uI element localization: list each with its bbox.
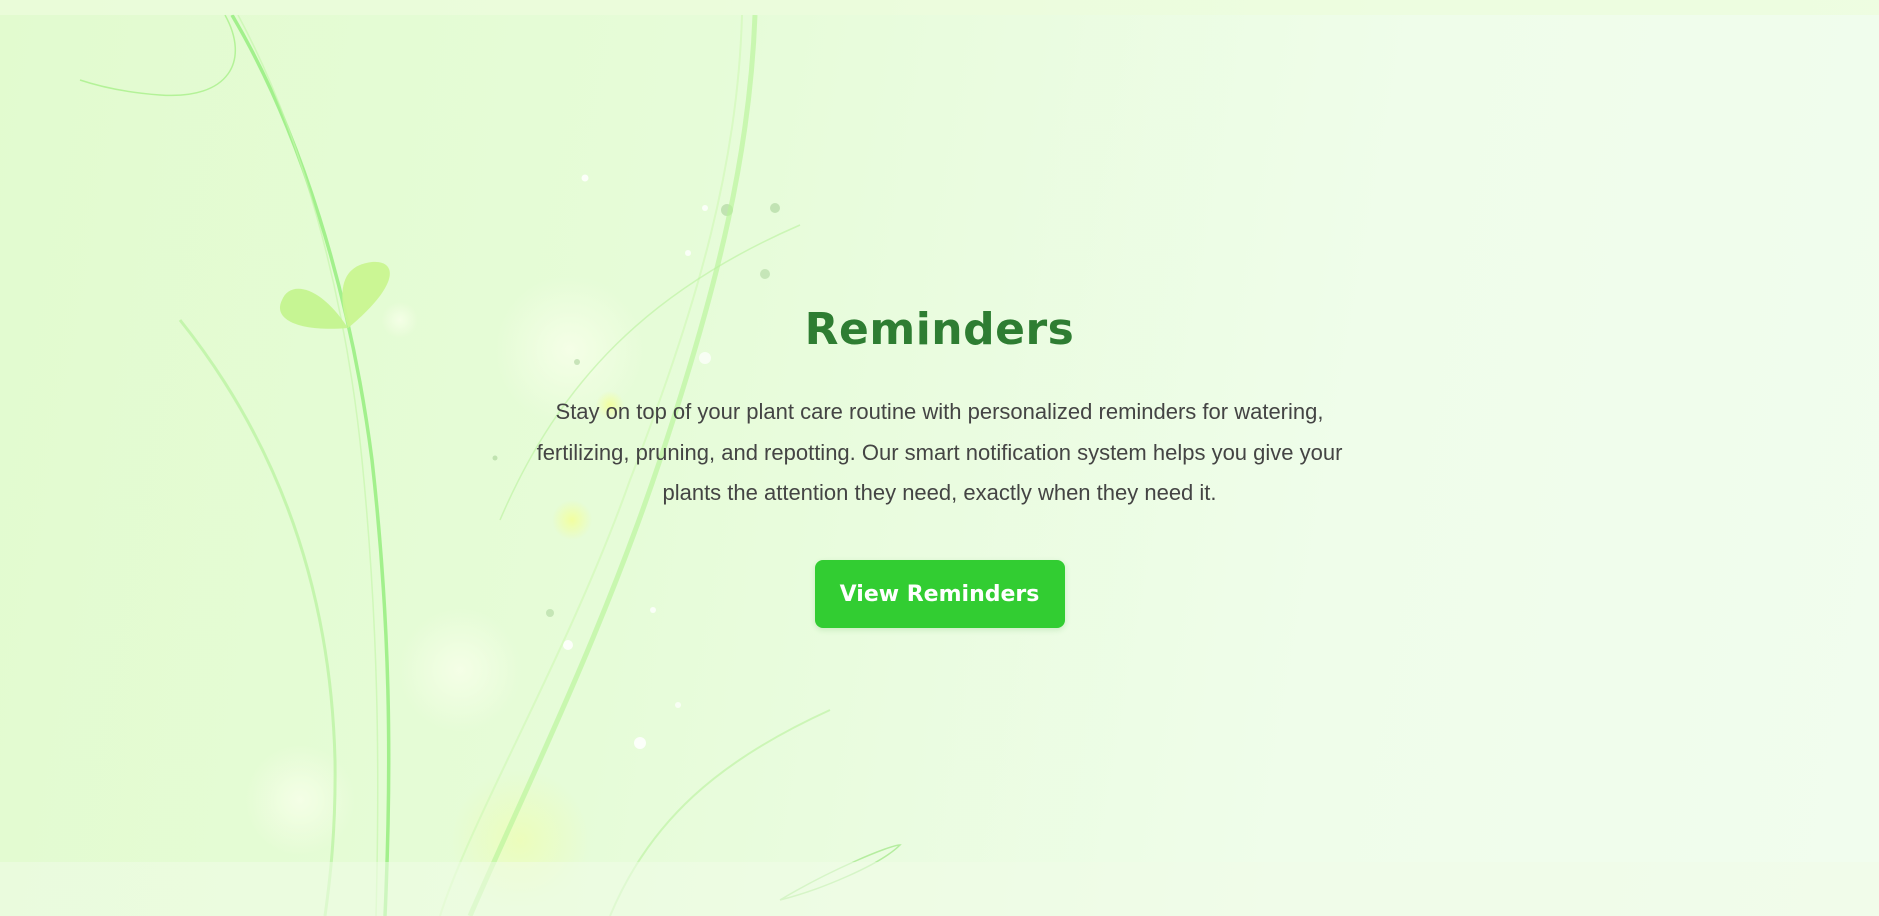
- section-description: Stay on top of your plant care routine w…: [536, 399, 1343, 505]
- bottom-band: [0, 862, 1879, 916]
- top-band: [0, 0, 1879, 15]
- view-reminders-button[interactable]: View Reminders: [814, 559, 1065, 628]
- reminders-content: Reminders Stay on top of your plant care…: [0, 302, 1879, 628]
- section-title: Reminders: [804, 304, 1075, 355]
